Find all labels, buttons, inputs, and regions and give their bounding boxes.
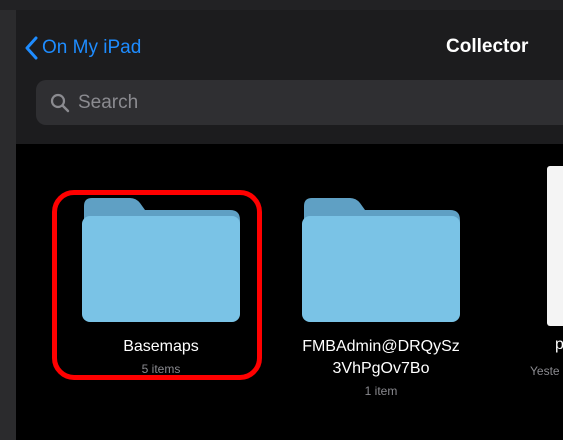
top-strip bbox=[0, 0, 563, 10]
page-title: Collector bbox=[446, 36, 529, 57]
partial-document-date: Yeste bbox=[530, 364, 560, 378]
folder-item-count: 5 items bbox=[141, 362, 181, 376]
folder-basemaps[interactable]: Basemaps 5 items bbox=[66, 196, 256, 376]
back-button-label: On My iPad bbox=[42, 37, 142, 58]
back-button[interactable]: On My iPad bbox=[24, 34, 141, 62]
navigation-header: On My iPad Collector bbox=[16, 10, 563, 144]
file-browser-content: Basemaps 5 items FMBAdmin@DRQySz 3VhPgOv… bbox=[16, 144, 563, 440]
search-icon bbox=[50, 93, 70, 112]
folder-name: Basemaps bbox=[123, 338, 199, 355]
folder-item-count: 1 item bbox=[364, 384, 398, 398]
chevron-left-icon bbox=[25, 36, 38, 60]
folder-name-line-1: FMBAdmin@DRQySz bbox=[302, 338, 460, 355]
folder-icon bbox=[302, 198, 460, 322]
folder-icon bbox=[82, 198, 240, 322]
folder-name-line-2: 3VhPgOv7Bo bbox=[332, 360, 430, 377]
search-input[interactable] bbox=[76, 90, 520, 115]
partial-document-thumbnail[interactable] bbox=[547, 166, 563, 326]
folder-name: FMBAdmin@DRQySz 3VhPgOv7Bo bbox=[286, 336, 476, 380]
partial-document-name: p bbox=[555, 336, 563, 353]
search-bar[interactable] bbox=[36, 80, 563, 125]
left-edge-panel bbox=[0, 0, 16, 440]
folder-fmbadmin[interactable]: FMBAdmin@DRQySz 3VhPgOv7Bo 1 item bbox=[286, 196, 476, 398]
